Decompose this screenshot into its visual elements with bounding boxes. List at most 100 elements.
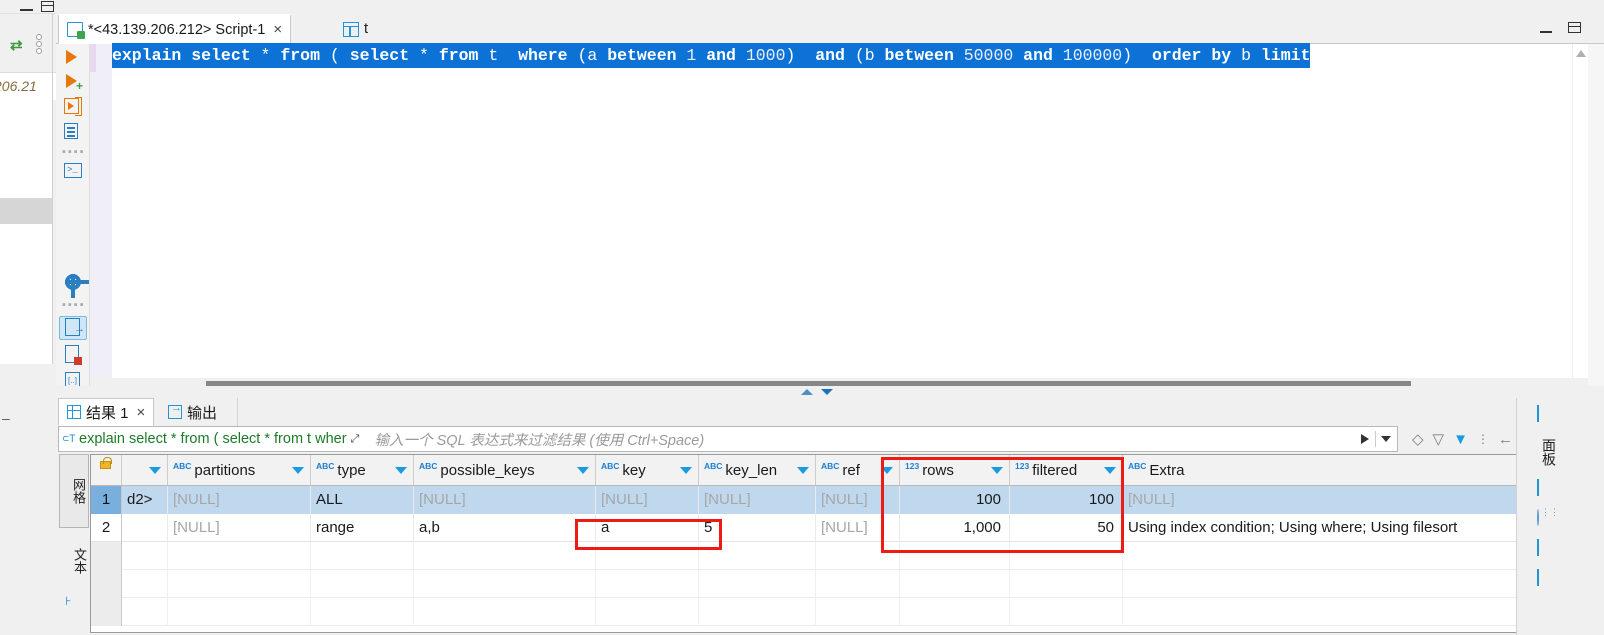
play-icon[interactable]	[1361, 434, 1369, 444]
circle-dots-icon[interactable]	[1537, 509, 1556, 527]
export-data-icon[interactable]: →	[63, 318, 85, 338]
row-number[interactable]: 1	[91, 486, 122, 514]
chevron-down-icon[interactable]	[149, 466, 161, 474]
execute-script-icon[interactable]	[63, 97, 83, 117]
settings-gear-icon[interactable]	[63, 272, 89, 298]
chevron-down-icon[interactable]	[1104, 466, 1116, 474]
apply-filter-icon[interactable]: ▼	[1453, 432, 1468, 447]
maximize-icon[interactable]	[1568, 22, 1581, 33]
cell-rowhandle[interactable]: d2>	[122, 486, 168, 514]
editor-tab-t[interactable]: t	[335, 14, 377, 44]
eraser-icon[interactable]: ◇	[1412, 432, 1424, 447]
view-tab-grid[interactable]: 网格	[59, 454, 89, 528]
lock-icon	[100, 457, 112, 469]
execute-icon[interactable]	[63, 48, 83, 68]
close-icon[interactable]: ×	[273, 22, 282, 37]
cell-type[interactable]: range	[311, 514, 414, 542]
sql-terminal-icon[interactable]: >_	[63, 161, 83, 181]
cell-possible_keys[interactable]: [NULL]	[414, 486, 596, 514]
chevron-down-icon[interactable]	[797, 466, 809, 474]
explain-plan-icon[interactable]	[63, 122, 83, 142]
more-dots-icon[interactable]: ▪▪▪▪	[62, 146, 84, 158]
column-header-rows[interactable]: 123 rows	[900, 455, 1010, 485]
cell-extra[interactable]: [NULL]	[1123, 486, 1571, 514]
cell-partitions[interactable]: [NULL]	[168, 514, 311, 542]
maximize-icon[interactable]	[41, 1, 54, 12]
chevron-down-icon[interactable]	[292, 466, 304, 474]
more-dots-2-icon[interactable]: ▪▪▪▪	[62, 299, 84, 311]
sql-statement-line[interactable]: explain select * from ( select * from t …	[112, 43, 1311, 72]
left-toolbar-row2	[0, 44, 56, 108]
cell-key[interactable]: a	[596, 514, 699, 542]
column-header-ref[interactable]: ABC ref	[816, 455, 900, 485]
lock-column-header[interactable]	[91, 455, 122, 485]
tab-results-1[interactable]: 结果 1 ×	[58, 398, 155, 426]
settings-panel-icon[interactable]	[1537, 405, 1556, 423]
left-selected-item[interactable]	[0, 198, 52, 224]
panel-splitter[interactable]	[56, 386, 1604, 398]
empty-cell	[900, 570, 1010, 598]
column-header-label: key	[622, 461, 646, 479]
column-header-filtered[interactable]: 123 filtered	[1010, 455, 1123, 485]
cell-rows[interactable]: 1,000	[900, 514, 1010, 542]
error-doc-icon[interactable]	[63, 345, 83, 365]
prev-icon[interactable]: ←	[1498, 432, 1513, 447]
chevron-down-icon[interactable]	[991, 466, 1003, 474]
chevron-down-icon[interactable]	[577, 466, 589, 474]
layout-panel-icon[interactable]	[1537, 569, 1556, 587]
cell-extra[interactable]: Using index condition; Using where; Usin…	[1123, 514, 1571, 542]
cell-type[interactable]: ALL	[311, 486, 414, 514]
empty-cell	[168, 570, 311, 598]
cell-ref[interactable]: [NULL]	[816, 514, 900, 542]
cell-key[interactable]: [NULL]	[596, 486, 699, 514]
cell-filtered[interactable]: 50	[1010, 514, 1123, 542]
sql-token: explain	[112, 43, 182, 68]
caret-down-icon[interactable]	[1381, 436, 1391, 442]
table-row[interactable]: 2 [NULL] range a,b a 5 [NULL] 1,000 50 Using inde…	[91, 514, 1571, 542]
expand-icon[interactable]: ⤢	[351, 433, 367, 446]
collapse-up-icon[interactable]	[801, 389, 813, 395]
execute-new-tab-icon[interactable]: +	[63, 72, 83, 92]
tab-output[interactable]: 输出	[160, 398, 238, 426]
column-header-partitions[interactable]: ABC partitions	[168, 455, 311, 485]
chevron-down-icon[interactable]	[395, 466, 407, 474]
result-filter-bar[interactable]: ⊂T explain select * from ( select * from…	[58, 426, 1398, 452]
cell-filtered[interactable]: 100	[1010, 486, 1123, 514]
cell-rows[interactable]: 100	[900, 486, 1010, 514]
column-header-possible_keys[interactable]: ABC possible_keys	[414, 455, 596, 485]
chevron-down-icon[interactable]	[680, 466, 692, 474]
explain-results-grid[interactable]: ABC partitions ABC type ABC possible_keys ABC k…	[90, 454, 1572, 633]
editor-vertical-scrollbar[interactable]	[1572, 44, 1588, 396]
editor-tab-script-1[interactable]: *<43.139.206.212> Script-1 ×	[58, 14, 292, 44]
remove-filter-icon[interactable]: ▽	[1433, 432, 1445, 447]
column-header-type[interactable]: ABC type	[311, 455, 414, 485]
sql-token	[696, 43, 707, 68]
column-header-key[interactable]: ABC key	[596, 455, 699, 485]
column-header-key_len[interactable]: ABC key_len	[699, 455, 816, 485]
cell-partitions[interactable]: [NULL]	[168, 486, 311, 514]
view-tab-text[interactable]: 文本	[59, 532, 89, 590]
kebab-menu-icon[interactable]: ⋮	[1477, 433, 1489, 445]
cell-possible_keys[interactable]: a,b	[414, 514, 596, 542]
cell-key_len[interactable]: 5	[699, 514, 816, 542]
minimize-icon[interactable]	[1540, 25, 1552, 33]
sql-code-area[interactable]: explain select * from ( select * from t …	[90, 43, 1588, 396]
grid-pattern-icon[interactable]	[1537, 479, 1556, 497]
sort-tree-icon[interactable]: ⊦	[65, 594, 71, 608]
grid-icon	[67, 405, 81, 419]
editor-window-buttons	[1534, 19, 1598, 39]
close-icon[interactable]: ×	[137, 405, 146, 420]
collapse-down-icon[interactable]	[821, 389, 833, 395]
cell-rowhandle[interactable]	[122, 514, 168, 542]
table-row[interactable]: 1 d2> [NULL] ALL [NULL] [NULL] [NULL] [NULL] 100…	[91, 486, 1571, 514]
value-panel-icon[interactable]	[1537, 539, 1556, 557]
scroll-up-icon[interactable]	[1576, 50, 1586, 57]
chevron-down-icon[interactable]	[881, 466, 893, 474]
column-header-extra[interactable]: ABC Extra	[1123, 455, 1571, 485]
column-header-rowhandle[interactable]	[122, 455, 168, 485]
cell-key_len[interactable]: [NULL]	[699, 486, 816, 514]
sql-token	[676, 43, 687, 68]
cell-ref[interactable]: [NULL]	[816, 486, 900, 514]
minimize-icon[interactable]	[20, 2, 33, 11]
row-number[interactable]: 2	[91, 514, 122, 542]
